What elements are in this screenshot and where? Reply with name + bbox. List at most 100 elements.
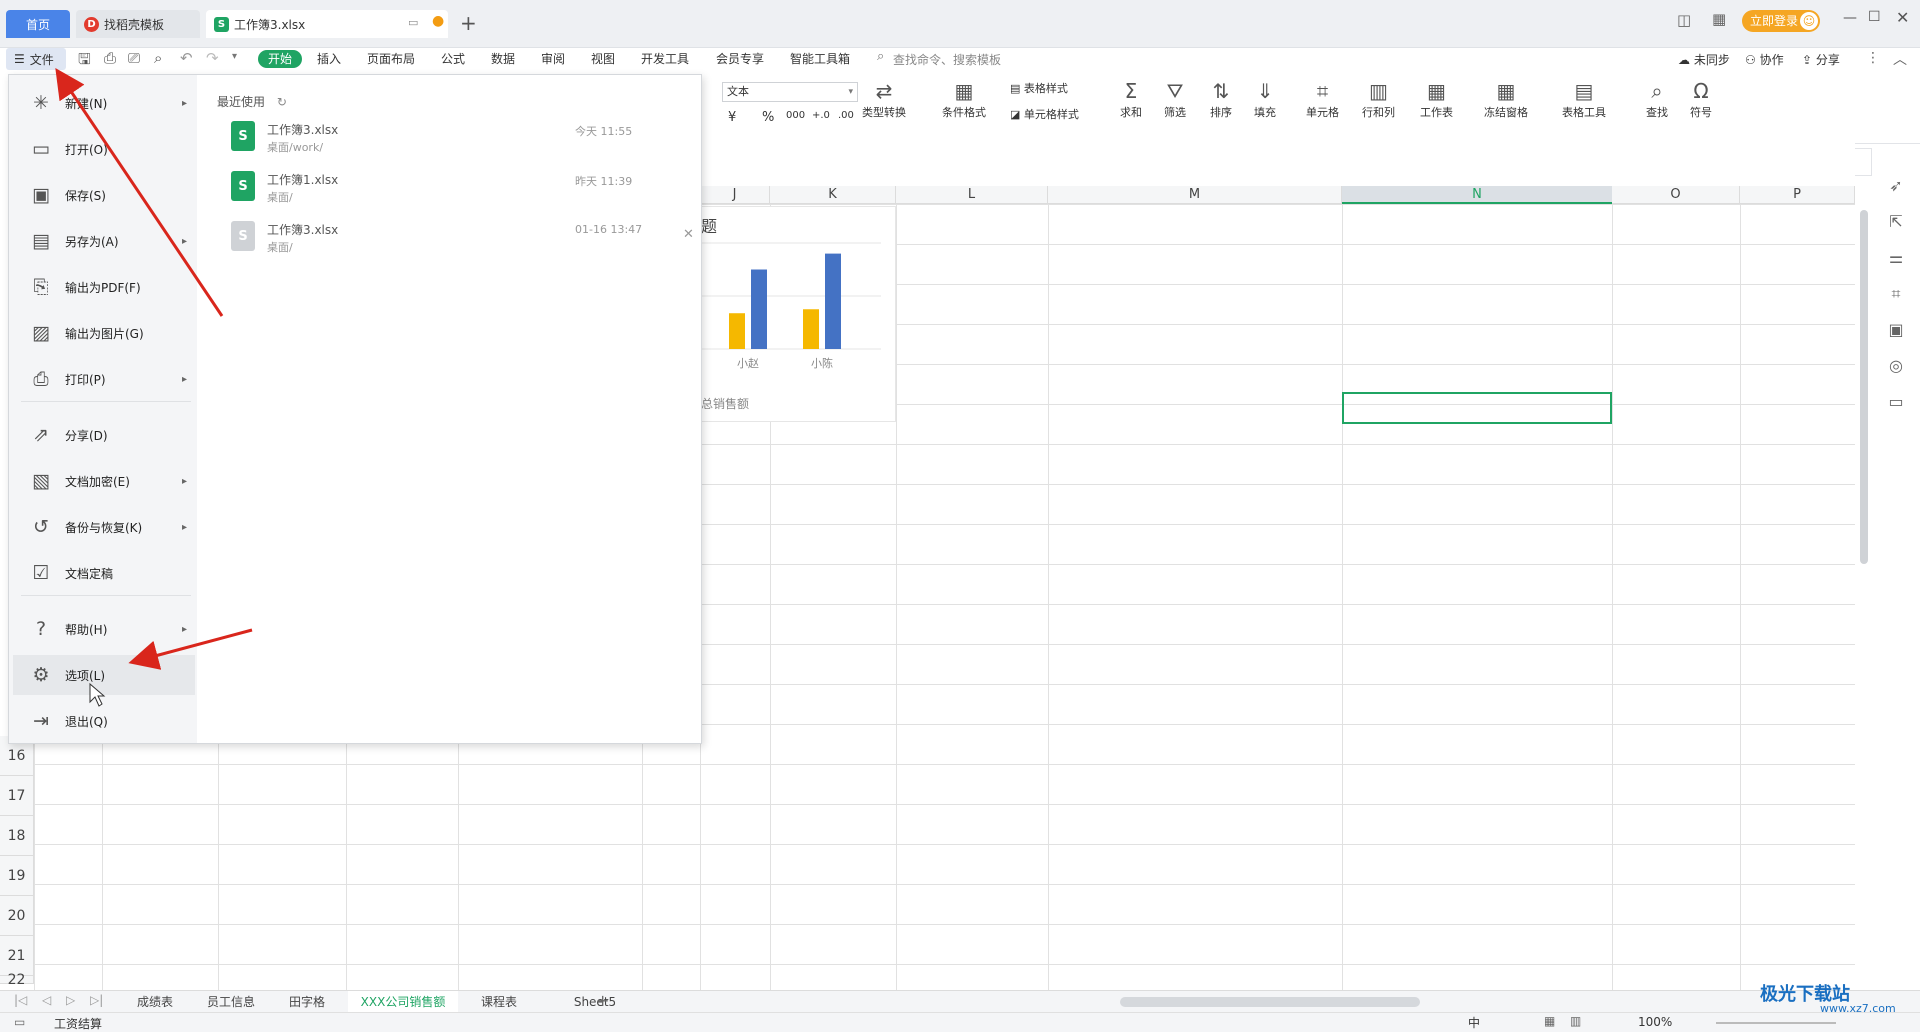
- workbook-label[interactable]: 工资结算: [54, 1015, 102, 1032]
- tab-page-layout[interactable]: 页面布局: [367, 50, 415, 68]
- sheet-tab[interactable]: Sheet5: [540, 991, 650, 1013]
- cursor-icon[interactable]: ⇱: [1884, 210, 1908, 234]
- file-menu-item-7[interactable]: ⇗ 分享(D): [13, 415, 195, 455]
- recent-file-item[interactable]: S 工作簿3.xlsx 桌面/01-16 13:47: [219, 215, 689, 259]
- next-sheet-icon[interactable]: ▷: [66, 993, 75, 1007]
- tab-start[interactable]: 开始: [258, 50, 302, 68]
- file-menu-item-11[interactable]: ? 帮助(H) ▸: [13, 609, 195, 649]
- first-sheet-icon[interactable]: |◁: [14, 993, 27, 1007]
- table-style-button[interactable]: ▤ 表格样式: [1010, 80, 1068, 96]
- column-header-l[interactable]: L: [896, 186, 1048, 204]
- customize-dropdown-icon[interactable]: ▾: [232, 51, 237, 62]
- sliders-icon[interactable]: ⚌: [1884, 246, 1908, 270]
- column-header-k[interactable]: K: [770, 186, 896, 204]
- rocket-icon[interactable]: ➶: [1884, 174, 1908, 198]
- close-button[interactable]: ✕: [1896, 8, 1909, 27]
- row-header-17[interactable]: 17: [0, 776, 34, 816]
- minimize-button[interactable]: —: [1843, 10, 1857, 26]
- recent-file-item[interactable]: S 工作簿3.xlsx 桌面/work/今天 11:55: [219, 115, 689, 159]
- cell-button[interactable]: ⌗ 单元格: [1306, 78, 1339, 120]
- row-header-18[interactable]: 18: [0, 816, 34, 856]
- thousands-button[interactable]: 000: [786, 110, 805, 121]
- column-header-j[interactable]: J: [700, 186, 770, 204]
- book-icon[interactable]: ▭: [1884, 390, 1908, 414]
- sort-button[interactable]: ⇅ 排序: [1208, 78, 1234, 120]
- tab-templates[interactable]: D 找稻壳模板: [76, 10, 200, 38]
- share-button[interactable]: ⇪ 分享: [1802, 51, 1840, 68]
- new-tab-button[interactable]: +: [460, 11, 477, 35]
- tab-developer[interactable]: 开发工具: [641, 50, 689, 68]
- find-button[interactable]: ⌕ 查找: [1644, 78, 1670, 120]
- sync-status[interactable]: ☁ 未同步: [1678, 51, 1730, 68]
- input-method[interactable]: 中: [1468, 1014, 1480, 1031]
- refresh-icon[interactable]: ↻: [277, 95, 287, 109]
- tab-smart-toolbox[interactable]: 智能工具箱: [790, 50, 850, 68]
- tab-formulas[interactable]: 公式: [441, 50, 465, 68]
- file-menu-item-2[interactable]: ▣ 保存(S): [13, 175, 195, 215]
- filter-button[interactable]: ⛛ 筛选: [1162, 78, 1188, 120]
- type-convert-button[interactable]: ⇄ 类型转换: [862, 78, 906, 120]
- file-menu-item-9[interactable]: ↺ 备份与恢复(K) ▸: [13, 507, 195, 547]
- sum-button[interactable]: Σ 求和: [1118, 78, 1144, 120]
- preview-quick-icon[interactable]: ⌕: [154, 49, 162, 67]
- tab-workbook[interactable]: S 工作簿3.xlsx ▭ ●: [206, 10, 448, 38]
- column-header-m[interactable]: M: [1048, 186, 1342, 204]
- page-view-icon[interactable]: ▥: [1570, 1014, 1581, 1028]
- collaborate-button[interactable]: ⚇ 协作: [1745, 51, 1784, 68]
- row-header-19[interactable]: 19: [0, 856, 34, 896]
- table-tools-button[interactable]: ▤ 表格工具: [1562, 78, 1606, 120]
- symbol-button[interactable]: Ω 符号: [1688, 78, 1714, 120]
- conditional-format-button[interactable]: ▦ 条件格式: [942, 78, 986, 120]
- number-format-select[interactable]: 文本 ▾: [722, 82, 858, 102]
- sheet-tab[interactable]: 田字格: [272, 991, 342, 1013]
- apps-grid-icon[interactable]: ▦: [1712, 10, 1726, 28]
- selected-cell[interactable]: [1342, 392, 1612, 424]
- redo-icon[interactable]: ↷: [206, 49, 219, 67]
- prev-sheet-icon[interactable]: ◁: [42, 993, 51, 1007]
- tab-data[interactable]: 数据: [491, 50, 515, 68]
- crop-icon[interactable]: ⌗: [1884, 282, 1908, 306]
- tab-home[interactable]: 首页: [6, 10, 70, 38]
- chart-container[interactable]: 题 小赵 小陈 总销售额: [700, 206, 896, 422]
- worksheet-button[interactable]: ▦ 工作表: [1420, 78, 1453, 120]
- sheet-tab[interactable]: 课程表: [464, 991, 534, 1013]
- percent-button[interactable]: %: [762, 110, 774, 125]
- file-menu-item-6[interactable]: ⎙ 打印(P) ▸: [13, 359, 195, 399]
- print-quick-icon[interactable]: ⎚: [128, 49, 140, 67]
- file-menu-item-5[interactable]: ▨ 输出为图片(G): [13, 313, 195, 353]
- tab-insert[interactable]: 插入: [317, 50, 341, 68]
- fill-button[interactable]: ⇓ 填充: [1252, 78, 1278, 120]
- picture-icon[interactable]: ▣: [1884, 318, 1908, 342]
- close-icon[interactable]: ✕: [683, 227, 694, 242]
- cell-style-button[interactable]: ◪ 单元格样式: [1010, 106, 1079, 122]
- column-header-p[interactable]: P: [1740, 186, 1855, 204]
- column-header-o[interactable]: O: [1612, 186, 1740, 204]
- login-button[interactable]: 立即登录 ☺: [1742, 10, 1820, 32]
- file-menu-item-8[interactable]: ▧ 文档加密(E) ▸: [13, 461, 195, 501]
- currency-button[interactable]: ¥: [728, 110, 736, 125]
- file-menu-item-3[interactable]: ▤ 另存为(A) ▸: [13, 221, 195, 261]
- selected-column-header[interactable]: N: [1342, 186, 1612, 204]
- maximize-button[interactable]: ☐: [1868, 9, 1881, 25]
- zoom-slider[interactable]: [1716, 1022, 1836, 1024]
- normal-view-icon[interactable]: ▦: [1544, 1014, 1555, 1028]
- export-quick-icon[interactable]: ⎙: [104, 49, 116, 67]
- file-menu-item-12[interactable]: ⚙ 选项(L): [13, 655, 195, 695]
- increase-decimal-button[interactable]: +.0: [812, 110, 830, 121]
- last-sheet-icon[interactable]: ▷|: [90, 993, 103, 1007]
- file-menu-item-13[interactable]: ⇥ 退出(Q): [13, 701, 195, 741]
- row-header-22[interactable]: 22: [0, 973, 34, 987]
- tab-member[interactable]: 会员专享: [716, 50, 764, 68]
- row-header-20[interactable]: 20: [0, 896, 34, 936]
- undo-icon[interactable]: ↶: [180, 49, 193, 67]
- tab-review[interactable]: 审阅: [541, 50, 565, 68]
- layout-icon[interactable]: ◫: [1677, 11, 1691, 29]
- freeze-panes-button[interactable]: ▦ 冻结窗格: [1484, 78, 1528, 120]
- sheet-tab[interactable]: XXX公司销售额: [348, 991, 458, 1013]
- add-sheet-icon[interactable]: +: [596, 991, 609, 1010]
- more-icon[interactable]: ⋮: [1866, 50, 1880, 66]
- file-menu-item-4[interactable]: ⎘ 输出为PDF(F): [13, 267, 195, 307]
- save-quick-icon[interactable]: 🖫: [78, 49, 91, 74]
- decrease-decimal-button[interactable]: .00: [838, 110, 854, 121]
- horizontal-scrollbar[interactable]: [1120, 997, 1420, 1007]
